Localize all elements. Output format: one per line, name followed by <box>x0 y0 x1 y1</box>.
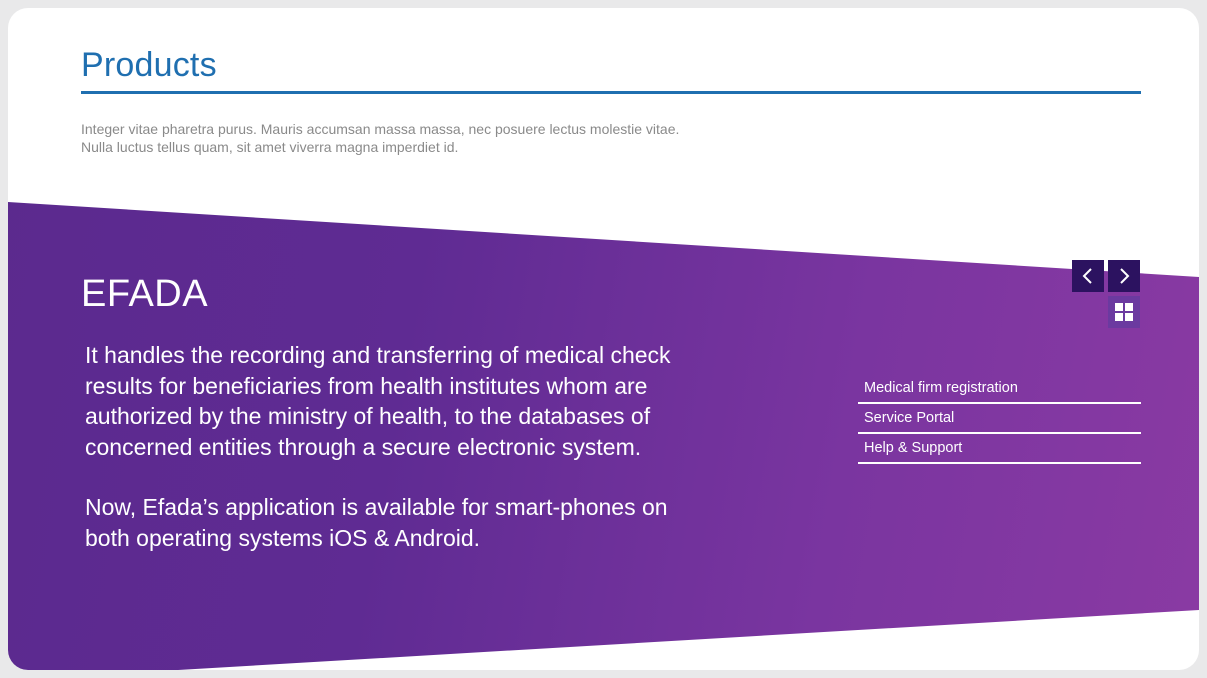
grid-icon <box>1115 303 1133 321</box>
description-paragraph: Now, Efada’s application is available fo… <box>85 494 668 551</box>
chevron-right-icon <box>1120 268 1130 284</box>
grid-view-button[interactable] <box>1108 296 1140 328</box>
next-button[interactable] <box>1108 260 1140 292</box>
link-help-support[interactable]: Help & Support <box>858 434 1141 464</box>
intro-line: Integer vitae pharetra purus. Mauris acc… <box>81 121 680 137</box>
chevron-left-icon <box>1082 268 1092 284</box>
previous-button[interactable] <box>1072 260 1104 292</box>
product-name: EFADA <box>81 273 209 315</box>
intro-text: Integer vitae pharetra purus. Mauris acc… <box>81 120 801 156</box>
product-description: It handles the recording and transferrin… <box>85 340 685 583</box>
intro-line: Nulla luctus tellus quam, sit amet viver… <box>81 139 459 155</box>
quick-links: Medical firm registration Service Portal… <box>858 374 1141 464</box>
products-panel: Products Integer vitae pharetra purus. M… <box>8 8 1199 670</box>
link-medical-firm-registration[interactable]: Medical firm registration <box>858 374 1141 404</box>
page-title: Products <box>81 46 217 84</box>
link-service-portal[interactable]: Service Portal <box>858 404 1141 434</box>
description-paragraph: It handles the recording and transferrin… <box>85 342 671 460</box>
title-divider <box>81 91 1141 94</box>
